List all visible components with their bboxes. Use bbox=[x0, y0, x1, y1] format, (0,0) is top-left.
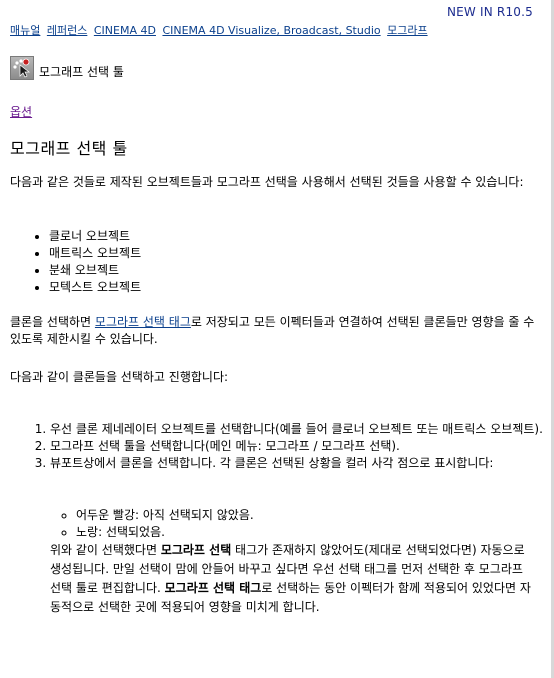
step-item: 뷰포트상에서 클론을 선택합니다. 각 클론은 선택된 상황을 컬러 사각 점으… bbox=[50, 455, 550, 472]
list-item: 매트릭스 오브젝트 bbox=[49, 245, 141, 262]
intro-paragraph: 다음과 같은 것들로 제작된 오브젝트들과 모그라프 선택을 사용해서 선택된 … bbox=[10, 175, 524, 189]
options-link[interactable]: 옵션 bbox=[10, 103, 32, 120]
selection-tag-paragraph: 클론을 선택하면 모그라프 선택 태그로 저장되고 모든 이펙터들과 연결하여 … bbox=[10, 314, 538, 348]
page-title: 모그래프 선택 툴 bbox=[10, 139, 128, 158]
breadcrumb-reference[interactable]: 레퍼런스 bbox=[47, 24, 87, 37]
list-item: 분쇄 오브젝트 bbox=[49, 262, 141, 279]
step-item: 우선 클론 제네레이터 오브젝트를 선택합니다(예를 들어 클로너 오브젝트 또… bbox=[50, 421, 550, 438]
final-bold-1: 모그라프 선택 bbox=[160, 543, 232, 557]
object-list: 클로너 오브젝트 매트릭스 오브젝트 분쇄 오브젝트 모텍스트 오브젝트 bbox=[33, 228, 141, 296]
step-item: 모그라프 선택 툴을 선택합니다(메인 메뉴: 모그라프 / 모그라프 선택). bbox=[50, 438, 550, 455]
mograph-selection-icon bbox=[10, 55, 34, 80]
state-item: 어두운 빨강: 아직 선택되지 않았음. bbox=[76, 507, 254, 524]
final-text-1: 위와 같이 선택했다면 bbox=[50, 543, 161, 557]
new-in-label: NEW IN R10.5 bbox=[446, 5, 533, 19]
breadcrumb: 매뉴얼 레퍼런스 CINEMA 4D CINEMA 4D Visualize, … bbox=[10, 22, 431, 38]
list-item: 모텍스트 오브젝트 bbox=[49, 279, 141, 296]
breadcrumb-manual[interactable]: 매뉴얼 bbox=[10, 24, 40, 37]
tool-header: 모그래프 선택 툴 bbox=[10, 55, 124, 80]
steps-list: 우선 클론 제네레이터 오브젝트를 선택합니다(예를 들어 클로너 오브젝트 또… bbox=[24, 421, 550, 472]
tool-header-label: 모그래프 선택 툴 bbox=[39, 65, 124, 79]
para2-text-before: 클론을 선택하면 bbox=[10, 315, 95, 329]
breadcrumb-visualize[interactable]: CINEMA 4D Visualize, Broadcast, Studio bbox=[162, 24, 380, 37]
state-list: 어두운 빨강: 아직 선택되지 않았음. 노랑: 선택되었음. bbox=[58, 507, 254, 541]
state-item: 노랑: 선택되었음. bbox=[76, 524, 254, 541]
breadcrumb-mograph[interactable]: 모그라프 bbox=[387, 24, 427, 37]
final-paragraph: 위와 같이 선택했다면 모그라프 선택 태그가 존재하지 않았어도(제대로 선택… bbox=[50, 541, 535, 617]
mograph-selection-tag-link[interactable]: 모그라프 선택 태그 bbox=[95, 315, 191, 329]
procedure-intro: 다음과 같이 클론들을 선택하고 진행합니다: bbox=[10, 370, 229, 384]
final-bold-2: 모그라프 선택 태그 bbox=[164, 581, 262, 595]
breadcrumb-cinema4d[interactable]: CINEMA 4D bbox=[94, 24, 156, 37]
list-item: 클로너 오브젝트 bbox=[49, 228, 141, 245]
